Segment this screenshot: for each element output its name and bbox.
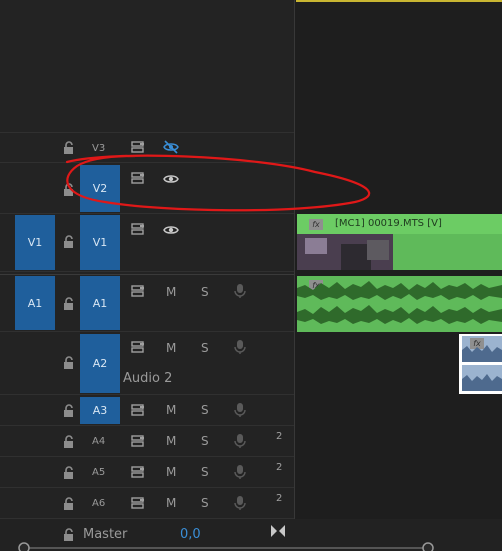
audio-waveform <box>297 281 502 324</box>
source-patch-label-v1: V1 <box>27 236 43 249</box>
track-name-a1: A1 <box>92 296 108 310</box>
lock-icon[interactable] <box>61 465 77 481</box>
mute-button-a5[interactable]: M <box>166 465 176 479</box>
master-volume[interactable]: 0,0 <box>180 527 201 542</box>
solo-button-a4[interactable]: S <box>201 434 209 448</box>
track-a5 <box>0 457 294 488</box>
microphone-icon[interactable] <box>232 495 248 511</box>
annotation-circle <box>65 154 371 212</box>
video-clip[interactable]: fx [MC1] 00019.MTS [V] <box>297 214 502 270</box>
source-patch-v1[interactable]: V1 <box>15 215 55 270</box>
solo-button-a1[interactable]: S <box>201 285 209 299</box>
microphone-icon[interactable] <box>232 283 248 299</box>
track-a3 <box>0 395 294 426</box>
eye-icon[interactable] <box>163 222 179 238</box>
mute-button-a3[interactable]: M <box>166 403 176 417</box>
go-to-edit-icon[interactable] <box>270 523 286 539</box>
channel-count-a6: 2 <box>276 493 283 504</box>
sync-lock-icon[interactable] <box>130 433 146 449</box>
mute-button-a4[interactable]: M <box>166 434 176 448</box>
track-name-v1: V1 <box>92 236 108 249</box>
sync-lock-icon[interactable] <box>130 221 146 237</box>
panel-divider <box>294 0 295 551</box>
track-name-a6: A6 <box>92 498 106 509</box>
lock-icon[interactable] <box>61 296 77 312</box>
lock-icon[interactable] <box>61 355 77 371</box>
fx-badge: fx <box>309 219 323 230</box>
track-name-a2: A2 <box>92 357 108 370</box>
sync-lock-icon[interactable] <box>130 495 146 511</box>
source-patch-label-a1: A1 <box>27 296 43 310</box>
audio-clip-selected[interactable]: fx <box>459 334 502 394</box>
source-patch-a1[interactable]: A1 <box>15 276 55 330</box>
lock-icon[interactable] <box>61 496 77 512</box>
audio-waveform <box>462 345 502 391</box>
solo-button-a3[interactable]: S <box>201 403 209 417</box>
track-name-a4: A4 <box>92 436 106 447</box>
channel-count-a5: 2 <box>276 462 283 473</box>
track-a4 <box>0 426 294 457</box>
lock-icon[interactable] <box>61 403 77 419</box>
solo-button-a5[interactable]: S <box>201 465 209 479</box>
sync-lock-icon[interactable] <box>130 402 146 418</box>
work-area-bar[interactable] <box>296 0 502 2</box>
sync-lock-icon[interactable] <box>130 339 146 355</box>
master-label: Master <box>83 527 128 542</box>
track-name-a3: A3 <box>92 404 108 417</box>
mute-button-a6[interactable]: M <box>166 496 176 510</box>
microphone-icon[interactable] <box>232 402 248 418</box>
mute-button-a2[interactable]: M <box>166 341 176 355</box>
zoom-scrollbar[interactable] <box>0 541 502 551</box>
audio-clip[interactable]: fx <box>297 276 502 332</box>
microphone-icon[interactable] <box>232 464 248 480</box>
channel-count-a4: 2 <box>276 431 283 442</box>
track-name-a5: A5 <box>92 467 106 478</box>
sync-lock-icon[interactable] <box>130 464 146 480</box>
lock-icon[interactable] <box>61 434 77 450</box>
track-target-a1[interactable]: A1 <box>80 276 120 330</box>
track-target-a2[interactable]: A2 <box>80 334 120 393</box>
track-target-a3[interactable]: A3 <box>80 397 120 424</box>
microphone-icon[interactable] <box>232 339 248 355</box>
lock-icon[interactable] <box>61 234 77 250</box>
track-a6 <box>0 488 294 519</box>
track-label-a2: Audio 2 <box>123 371 173 386</box>
sync-lock-icon[interactable] <box>130 283 146 299</box>
microphone-icon[interactable] <box>232 433 248 449</box>
mute-button-a1[interactable]: M <box>166 285 176 299</box>
solo-button-a6[interactable]: S <box>201 496 209 510</box>
solo-button-a2[interactable]: S <box>201 341 209 355</box>
track-target-v1[interactable]: V1 <box>80 215 120 270</box>
clip-thumbnail <box>297 234 393 270</box>
